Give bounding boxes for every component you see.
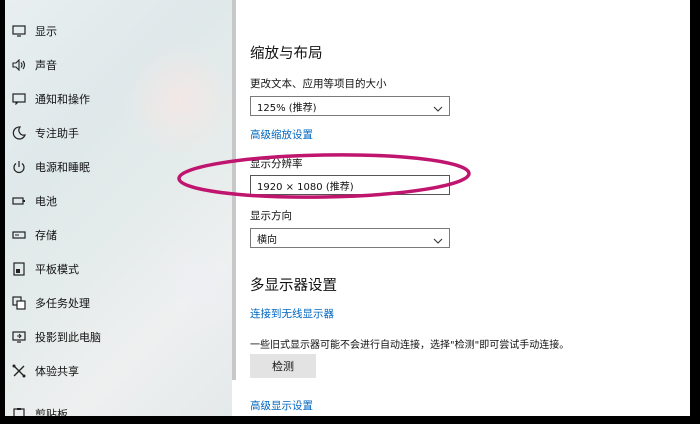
detect-info-text: 一些旧式显示器可能不会进行自动连接，选择"检测"即可尝试手动连接。 — [250, 340, 570, 351]
sidebar-item-sound[interactable]: 声音 — [5, 48, 232, 82]
sidebar-item-project-to-pc[interactable]: 投影到此电脑 — [5, 320, 232, 354]
orientation-value: 横向 — [257, 234, 277, 246]
sidebar-item-multitasking[interactable]: 多任务处理 — [5, 286, 232, 320]
clipboard-icon — [11, 406, 27, 416]
sidebar-item-tablet-mode[interactable]: 平板模式 — [5, 252, 232, 286]
advanced-display-link[interactable]: 高级显示设置 — [250, 398, 313, 413]
resolution-label: 显示分辨率 — [250, 158, 303, 170]
sidebar-item-label: 显示 — [35, 25, 57, 38]
monitor-icon — [11, 23, 27, 39]
storage-icon — [11, 227, 27, 243]
settings-window: 显示 声音 通知和操作 专注助手 电源和睡眠 电池 存储 平板模式 多任务处理 … — [5, 0, 690, 416]
detect-button[interactable]: 检测 — [250, 354, 316, 378]
sidebar-item-label: 体验共享 — [35, 365, 79, 378]
sidebar-item-power-sleep[interactable]: 电源和睡眠 — [5, 150, 232, 184]
sidebar-item-label: 声音 — [35, 59, 57, 72]
sidebar-item-label: 专注助手 — [35, 127, 79, 140]
text-size-dropdown[interactable]: 125% (推荐) — [250, 96, 450, 116]
multi-display-heading: 多显示器设置 — [250, 278, 337, 294]
sidebar-item-display[interactable]: 显示 — [5, 14, 232, 48]
scale-layout-heading: 缩放与布局 — [250, 46, 323, 62]
chevron-down-icon — [433, 97, 443, 116]
text-size-value: 125% (推荐) — [257, 102, 317, 114]
orientation-label: 显示方向 — [250, 210, 292, 222]
resolution-value: 1920 × 1080 (推荐) — [257, 181, 354, 193]
sidebar-item-label: 通知和操作 — [35, 93, 90, 106]
share-icon — [11, 363, 27, 379]
sidebar-item-label: 平板模式 — [35, 263, 79, 276]
sidebar-item-clipboard[interactable]: 剪贴板 — [5, 397, 232, 416]
text-size-label: 更改文本、应用等项目的大小 — [250, 78, 387, 90]
sidebar-item-notifications[interactable]: 通知和操作 — [5, 82, 232, 116]
sidebar-item-label: 投影到此电脑 — [35, 331, 101, 344]
sidebar-item-battery[interactable]: 电池 — [5, 184, 232, 218]
connect-wireless-display-link[interactable]: 连接到无线显示器 — [250, 306, 334, 321]
sidebar: 显示 声音 通知和操作 专注助手 电源和睡眠 电池 存储 平板模式 多任务处理 … — [5, 0, 245, 416]
orientation-dropdown[interactable]: 横向 — [250, 228, 450, 248]
sidebar-item-storage[interactable]: 存储 — [5, 218, 232, 252]
notification-icon — [11, 91, 27, 107]
sidebar-item-shared-experiences[interactable]: 体验共享 — [5, 354, 232, 388]
project-icon — [11, 329, 27, 345]
sidebar-item-label: 电池 — [35, 195, 57, 208]
battery-icon — [11, 193, 27, 209]
tablet-icon — [11, 261, 27, 277]
multitask-icon — [11, 295, 27, 311]
sidebar-item-focus-assist[interactable]: 专注助手 — [5, 116, 232, 150]
speaker-icon — [11, 57, 27, 73]
chevron-down-icon — [433, 229, 443, 248]
sidebar-item-label: 剪贴板 — [35, 408, 68, 416]
advanced-scaling-link[interactable]: 高级缩放设置 — [250, 127, 313, 142]
sidebar-item-label: 存储 — [35, 229, 57, 242]
resolution-dropdown[interactable]: 1920 × 1080 (推荐) — [250, 175, 450, 195]
sidebar-item-label: 电源和睡眠 — [35, 161, 90, 174]
main-content: 缩放与布局 更改文本、应用等项目的大小 125% (推荐) 高级缩放设置 显示分… — [236, 0, 690, 416]
power-icon — [11, 159, 27, 175]
sidebar-item-label: 多任务处理 — [35, 297, 90, 310]
moon-icon — [11, 125, 27, 141]
